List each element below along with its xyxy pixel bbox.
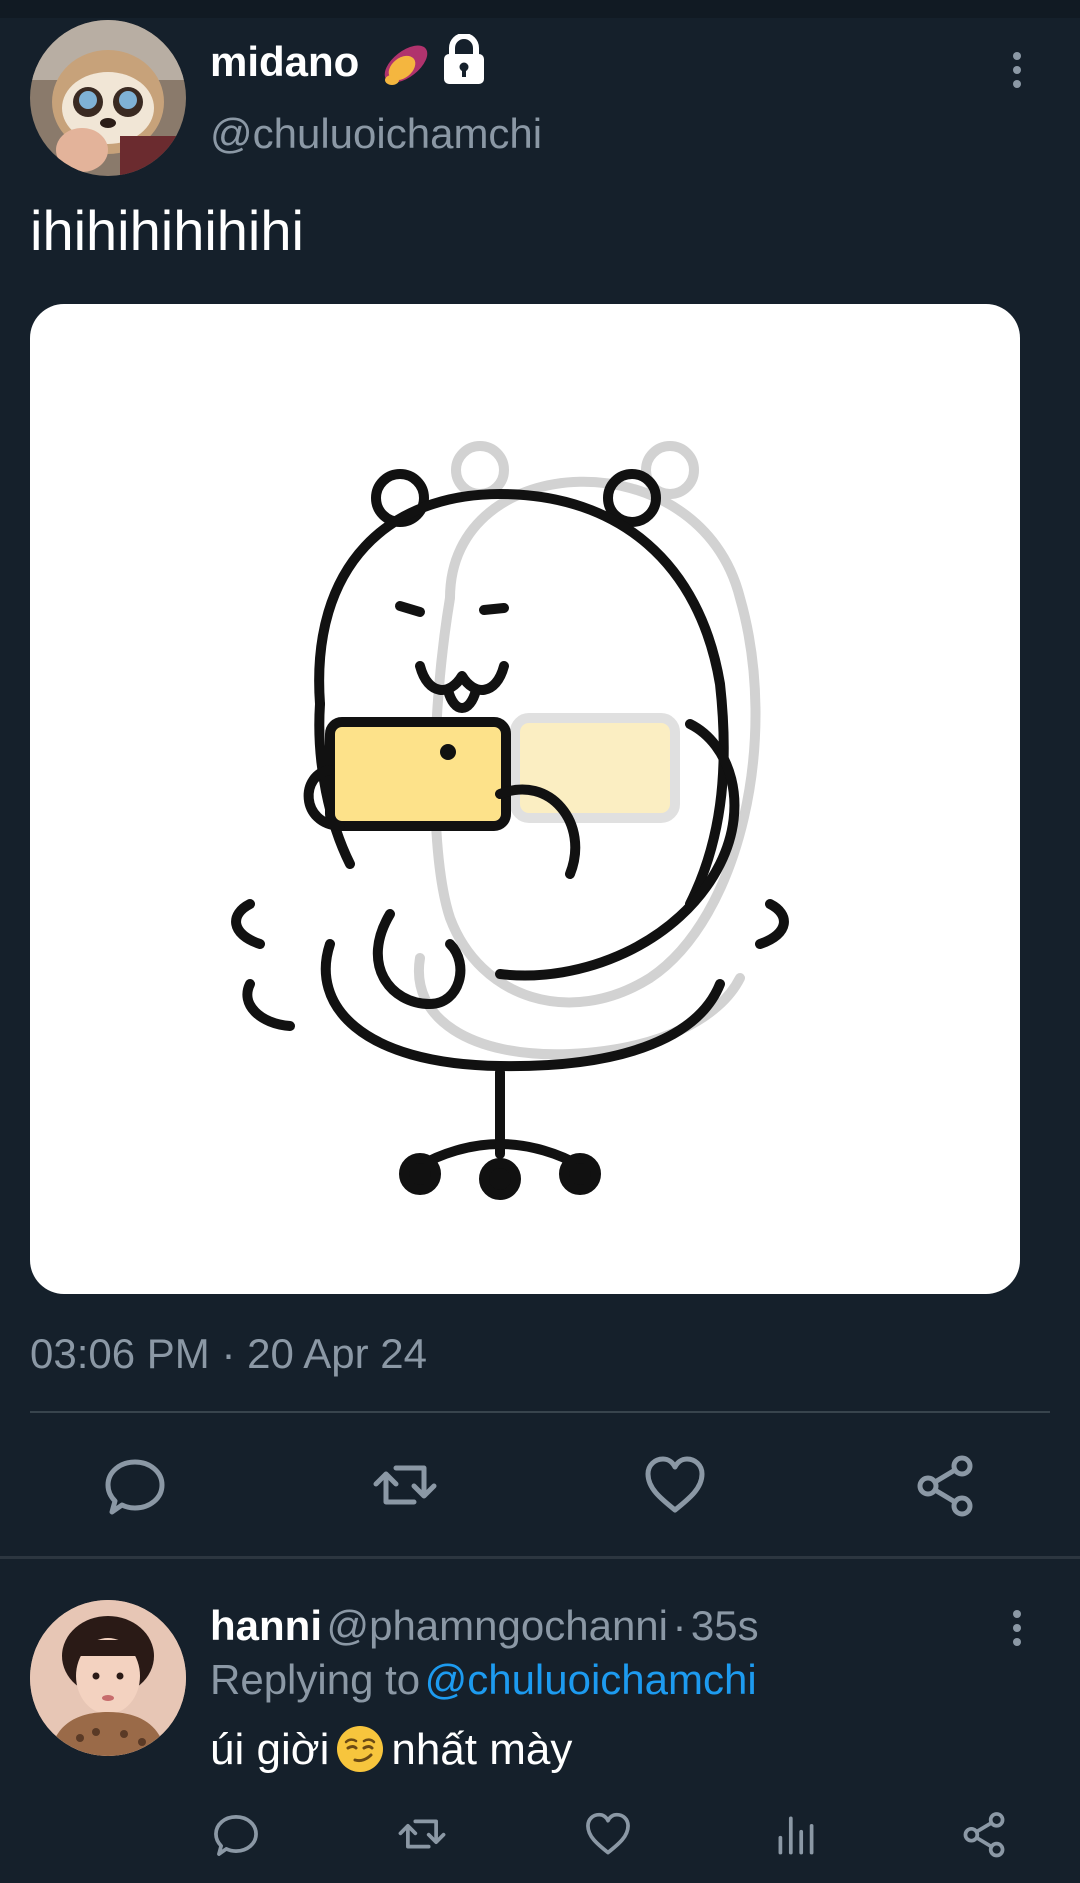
smirking-face-icon bbox=[335, 1724, 385, 1774]
reply-text: úi giời nhất mày bbox=[210, 1724, 572, 1775]
reply-action-retweet-icon[interactable] bbox=[396, 1808, 448, 1860]
tweet-media-image[interactable] bbox=[30, 304, 1020, 1294]
lock-icon bbox=[440, 33, 488, 86]
tweet-timestamp[interactable]: 03:06 PM · 20 Apr 24 bbox=[30, 1330, 427, 1378]
reply-action-analytics-icon[interactable] bbox=[770, 1808, 822, 1860]
reply-text-after: nhất mày bbox=[391, 1725, 573, 1774]
share-icon[interactable] bbox=[910, 1450, 980, 1520]
tweet-time: 03:06 PM bbox=[30, 1330, 210, 1377]
reply-action-share-icon[interactable] bbox=[958, 1808, 1010, 1860]
author-name[interactable]: midano bbox=[210, 38, 359, 86]
author-avatar[interactable] bbox=[30, 20, 186, 176]
sweet-potato-icon bbox=[378, 36, 432, 90]
meta-separator: · bbox=[221, 1330, 236, 1377]
reply-age[interactable]: 35s bbox=[691, 1602, 759, 1649]
replying-to-label: Replying to bbox=[210, 1656, 421, 1703]
tweet-text: ihihihihihihi bbox=[30, 199, 304, 262]
reply-header: hanni @phamngochanni · 35s bbox=[210, 1602, 759, 1650]
replying-to-line: Replying to @chuluoichamchi bbox=[210, 1656, 757, 1704]
reply-separator: · bbox=[672, 1602, 687, 1649]
tweet-date: 20 Apr 24 bbox=[247, 1330, 427, 1377]
reply-icon[interactable] bbox=[100, 1450, 170, 1520]
reply-author-avatar[interactable] bbox=[30, 1600, 186, 1756]
section-divider bbox=[0, 1556, 1080, 1559]
divider bbox=[30, 1411, 1050, 1413]
hamster-sticker-illustration bbox=[231, 441, 789, 1200]
more-vertical-icon[interactable] bbox=[1011, 52, 1023, 94]
status-strip bbox=[0, 0, 1080, 18]
reply-action-reply-icon[interactable] bbox=[210, 1808, 262, 1860]
like-icon[interactable] bbox=[640, 1450, 710, 1520]
reply-author-handle[interactable]: @phamngochanni bbox=[326, 1602, 668, 1649]
reply-action-like-icon[interactable] bbox=[582, 1808, 634, 1860]
replying-to-handle-link[interactable]: @chuluoichamchi bbox=[425, 1656, 757, 1703]
retweet-icon[interactable] bbox=[370, 1450, 440, 1520]
reply-author-name[interactable]: hanni bbox=[210, 1602, 322, 1649]
reply-more-vertical-icon[interactable] bbox=[1011, 1610, 1023, 1652]
reply-text-before: úi giời bbox=[210, 1725, 330, 1774]
author-handle[interactable]: @chuluoichamchi bbox=[210, 110, 542, 158]
